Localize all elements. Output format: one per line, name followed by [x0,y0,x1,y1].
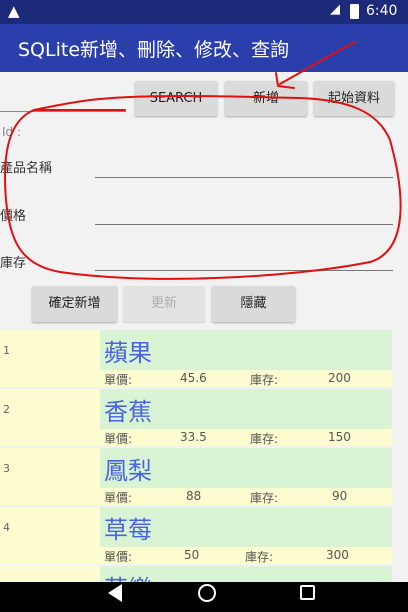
stock-caption: 庫存: [250,432,279,446]
battery-icon [350,4,359,19]
product-name-label: 產品名稱 [0,161,53,176]
item-stock: 200 [328,371,351,385]
item-id: 1 [3,344,10,357]
app-title: SQLite新增、刪除、修改、查詢 [18,39,290,61]
item-stock: 150 [328,430,351,444]
update-button[interactable]: 更新 [123,286,205,322]
item-name: 香蕉 [104,398,152,426]
item-stock: 90 [332,489,348,503]
stock-caption: 庫存: [245,550,274,564]
hide-button[interactable]: 隱藏 [212,286,295,322]
price-caption: 單價: [104,432,133,446]
status-bar: ▲ ◢ 6:40 [0,0,408,24]
add-button[interactable]: 新增 [225,81,307,116]
product-name-field[interactable] [95,177,393,178]
list-item[interactable]: 2 香蕉 單價: 33.5 庫存: 150 [0,389,392,448]
confirm-add-button[interactable]: 確定新增 [32,286,117,322]
price-caption: 單價: [104,491,133,505]
id-label: Id : [2,125,22,139]
navigation-bar [0,582,408,612]
search-input[interactable] [0,82,126,112]
item-price: 45.6 [180,371,207,385]
home-icon[interactable] [198,584,216,602]
item-price: 33.5 [180,430,207,444]
item-name: 草莓 [104,516,152,544]
stock-field[interactable] [95,270,393,271]
stock-label: 庫存 [0,256,27,271]
list-item[interactable]: 3 鳳梨 單價: 88 庫存: 90 [0,448,392,507]
warning-icon: ▲ [8,2,20,20]
item-price: 88 [186,489,202,503]
main-content: SEARCH 新增 起始資料 Id : 產品名稱 價格 庫存 確定新增 更新 隱… [0,72,408,582]
back-icon[interactable] [108,584,122,602]
item-stock: 300 [326,548,349,562]
status-time: 6:40 [366,3,398,19]
list-item[interactable]: 4 草莓 單價: 50 庫存: 300 [0,507,392,566]
stock-caption: 庫存: [250,491,279,505]
price-caption: 單價: [104,373,133,387]
item-name: 芭樂 [104,569,152,582]
signal-icon: ◢ [330,2,340,17]
price-field[interactable] [95,224,393,225]
item-id: 3 [3,462,10,475]
price-caption: 單價: [104,550,133,564]
list-item[interactable]: 5 芭樂 [0,566,392,582]
init-data-button[interactable]: 起始資料 [314,81,394,116]
list-item[interactable]: 1 蘋果 單價: 45.6 庫存: 200 [0,330,392,389]
item-price: 50 [184,548,200,562]
item-id: 4 [3,521,10,534]
recent-apps-icon[interactable] [300,585,315,600]
item-id: 2 [3,403,10,416]
item-name: 蘋果 [104,339,152,367]
app-bar: SQLite新增、刪除、修改、查詢 [0,24,408,72]
price-label: 價格 [0,209,27,224]
search-button[interactable]: SEARCH [135,81,217,116]
item-name: 鳳梨 [104,457,152,485]
stock-caption: 庫存: [250,373,279,387]
